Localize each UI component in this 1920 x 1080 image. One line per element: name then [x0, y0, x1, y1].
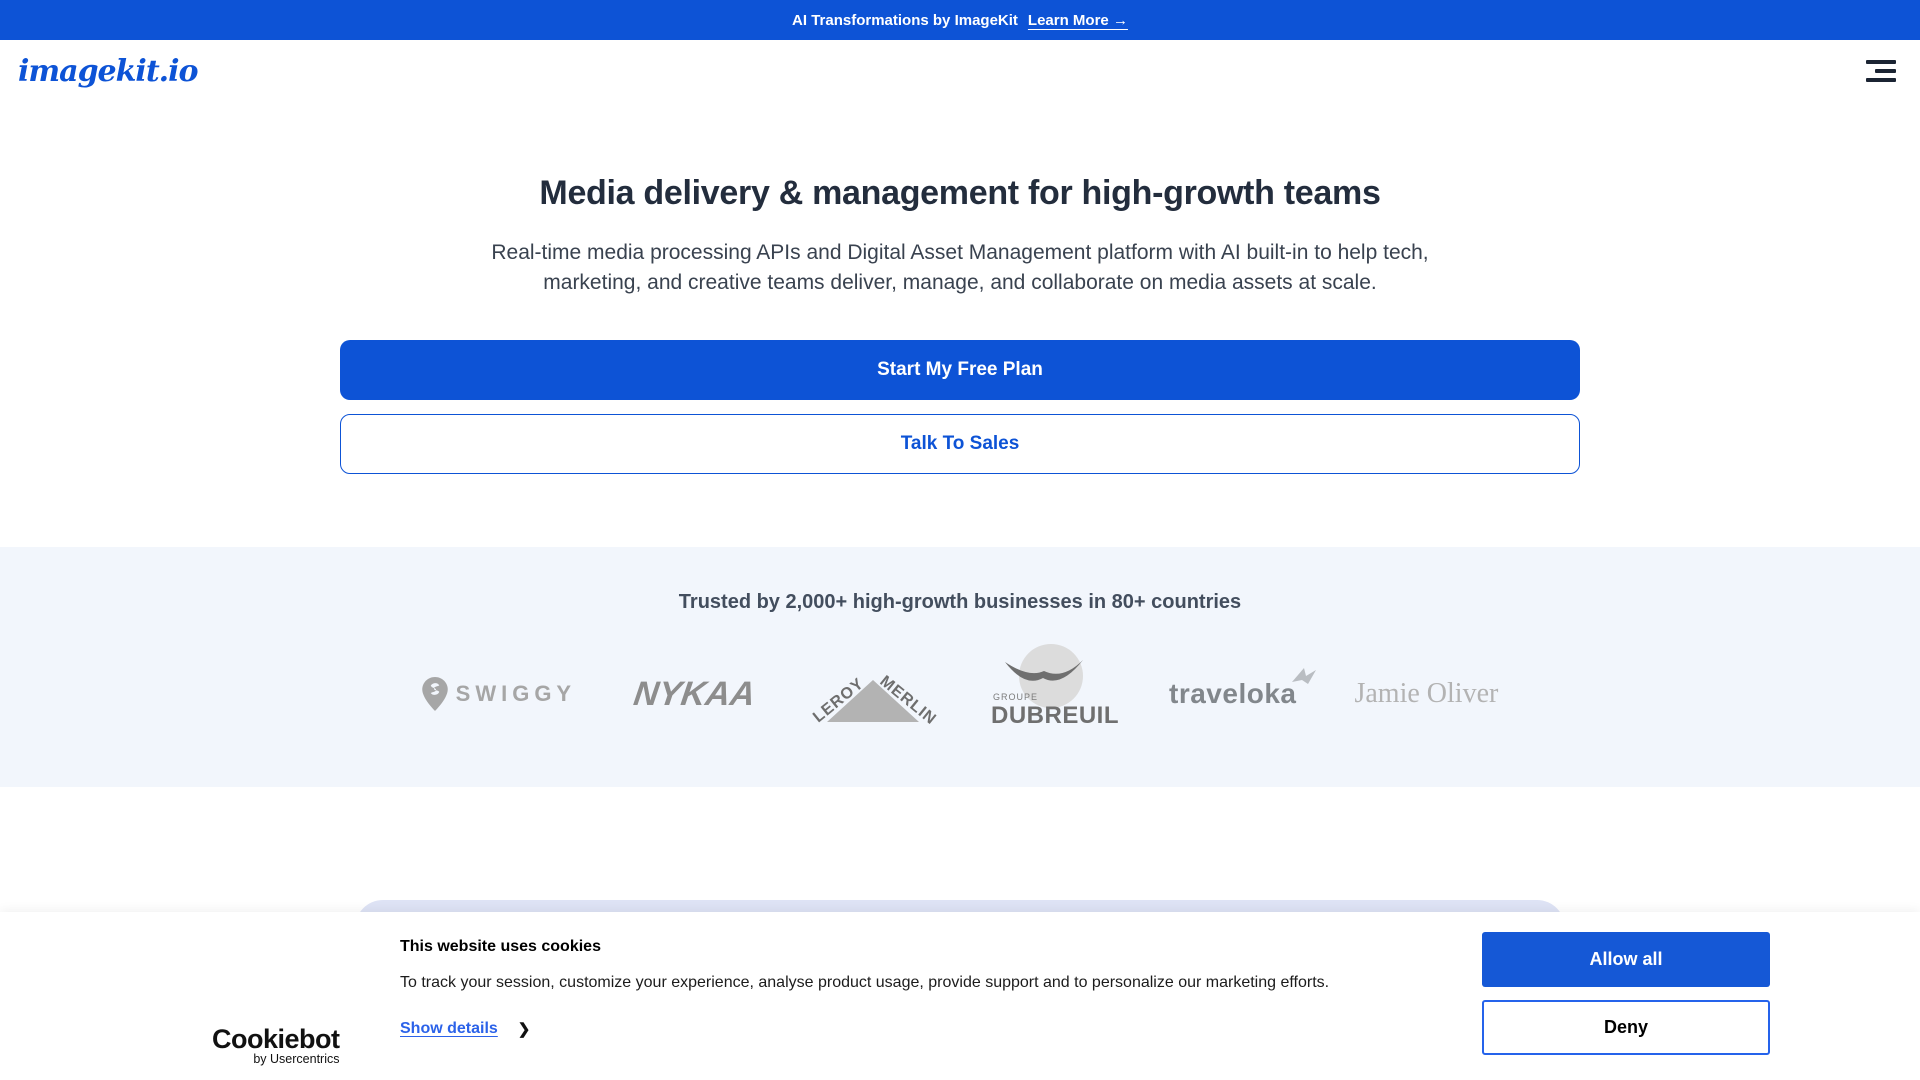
traveloka-bird-icon [1292, 668, 1318, 690]
menu-icon[interactable] [1866, 60, 1896, 82]
groupe-label: GROUPE [993, 692, 1038, 702]
allow-all-button[interactable]: Allow all [1482, 932, 1770, 987]
promo-banner: AI Transformations by ImageKit Learn Mor… [0, 0, 1920, 40]
customer-logo-row: SWIGGY NYKAA LEROY MERLIN GROUPE DUBREUI… [0, 658, 1920, 730]
jamie-oliver-wordmark: Jamie Oliver [1354, 678, 1498, 710]
logo-leroy-merlin: LEROY MERLIN [813, 662, 933, 726]
dubreuil-wordmark: DUBREUIL [991, 702, 1119, 730]
swiggy-wordmark: SWIGGY [456, 681, 576, 707]
hero-section: Media delivery & management for high-gro… [0, 173, 1920, 474]
site-header: imagekit.io [0, 40, 1920, 102]
cookiebot-logo[interactable]: Cookiebot by Usercentrics [212, 1024, 340, 1066]
promo-banner-text: AI Transformations by ImageKit [792, 12, 1018, 29]
talk-to-sales-button[interactable]: Talk To Sales [340, 414, 1580, 474]
traveloka-wordmark: traveloka [1169, 678, 1296, 710]
show-details-link[interactable]: Show details ❯ [400, 1020, 530, 1038]
logo-nykaa: NYKAA [634, 675, 755, 714]
cookie-banner: Cookiebot by Usercentrics This website u… [0, 912, 1920, 1080]
menu-bar-bottom [1866, 78, 1896, 82]
logo-groupe-dubreuil: GROUPE DUBREUIL [991, 658, 1111, 730]
deny-button[interactable]: Deny [1482, 1000, 1770, 1055]
trusted-heading: Trusted by 2,000+ high-growth businesses… [0, 591, 1920, 614]
hero-subtitle: Real-time media processing APIs and Digi… [445, 238, 1475, 298]
trusted-section: Trusted by 2,000+ high-growth businesses… [0, 547, 1920, 787]
logo-swiggy: SWIGGY [422, 677, 576, 711]
page-title: Media delivery & management for high-gro… [0, 173, 1920, 214]
show-details-label[interactable]: Show details [400, 1020, 498, 1038]
logo-traveloka: traveloka [1169, 678, 1296, 710]
menu-bar-middle [1875, 69, 1896, 73]
dubreuil-bird-icon [991, 658, 1095, 692]
start-free-plan-button[interactable]: Start My Free Plan [340, 340, 1580, 400]
swiggy-pin-icon [422, 677, 448, 711]
cta-stack: Start My Free Plan Talk To Sales [340, 340, 1580, 474]
menu-bar-top [1866, 60, 1896, 64]
promo-learn-more-link[interactable]: Learn More → [1028, 12, 1128, 29]
nykaa-wordmark: NYKAA [631, 675, 757, 714]
chevron-right-icon[interactable]: ❯ [518, 1020, 531, 1038]
cookiebot-wordmark: Cookiebot [212, 1024, 340, 1055]
imagekit-logo[interactable]: imagekit.io [18, 54, 198, 89]
cookie-description: To track your session, customize your ex… [400, 974, 1400, 992]
logo-jamie-oliver: Jamie Oliver [1354, 678, 1498, 710]
cookie-title: This website uses cookies [400, 938, 601, 956]
